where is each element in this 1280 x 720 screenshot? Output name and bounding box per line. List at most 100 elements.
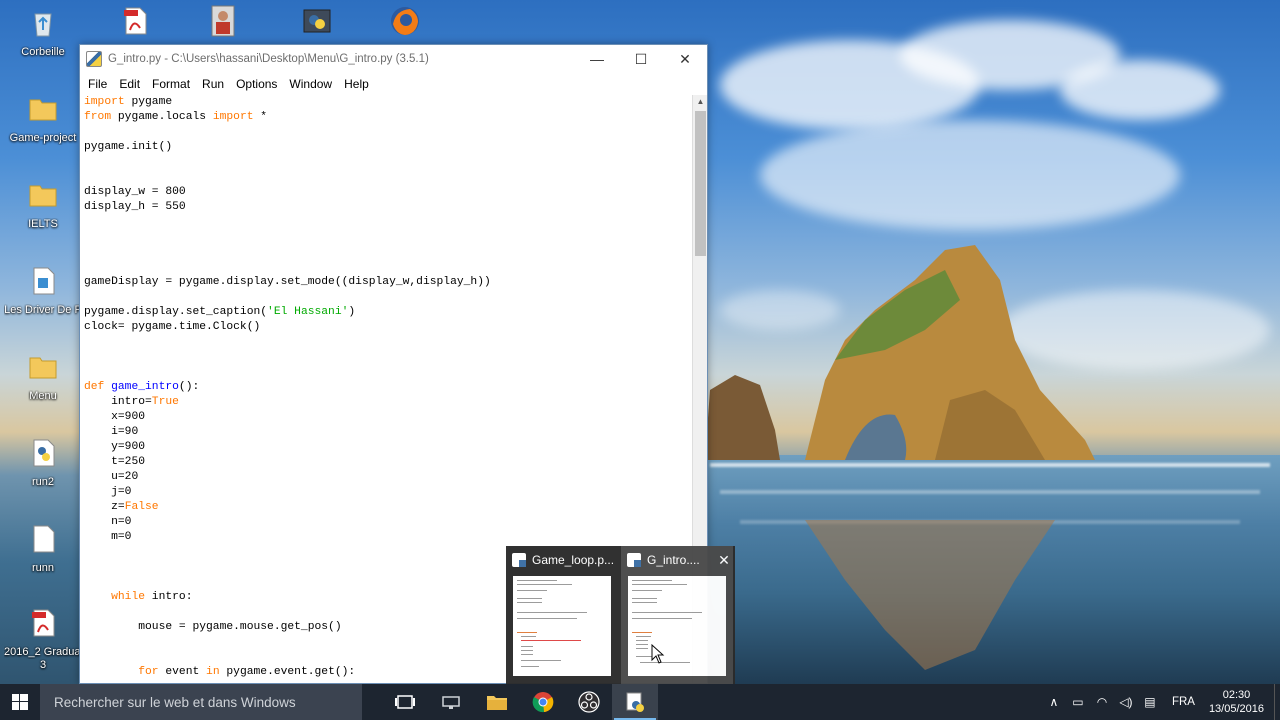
- wallpaper-rock-arch: [805, 245, 1095, 460]
- menu-window[interactable]: Window: [283, 73, 338, 95]
- menu-bar: File Edit Format Run Options Window Help: [80, 73, 707, 95]
- task-view-button[interactable]: [382, 684, 428, 720]
- code-line: m=0: [84, 530, 692, 545]
- taskbar-app-chrome[interactable]: [520, 684, 566, 720]
- wallpaper-small-rock: [705, 375, 780, 460]
- taskbar-app-python-idle[interactable]: [612, 684, 658, 720]
- code-token: intro=: [84, 396, 152, 408]
- taskbar: Rechercher sur le web et dans Windows ∧ …: [0, 684, 1280, 720]
- code-token: x=900: [84, 411, 146, 423]
- desktop-icon-label: Corbeille: [21, 46, 65, 58]
- code-token: m=0: [84, 531, 132, 543]
- pdf-icon: [124, 7, 147, 35]
- code-line: from pygame.locals import *: [84, 110, 692, 125]
- taskbar-app-obs[interactable]: [566, 684, 612, 720]
- code-line: j=0: [84, 485, 692, 500]
- notifications-icon[interactable]: ▤: [1138, 695, 1162, 709]
- code-line: pygame.init(): [84, 140, 692, 155]
- code-line: intro=True: [84, 395, 692, 410]
- desktop-icon-menu[interactable]: Menu: [4, 350, 82, 403]
- thumbnail-label: G_intro....: [647, 553, 700, 567]
- menu-run[interactable]: Run: [196, 73, 230, 95]
- code-token: display_h = 550: [84, 201, 186, 213]
- menu-format[interactable]: Format: [146, 73, 196, 95]
- maximize-button[interactable]: ☐: [619, 45, 663, 73]
- code-token: clock= pygame.time.Clock(): [84, 321, 261, 333]
- desktop-icon-label: Menu: [29, 390, 57, 402]
- code-token: def: [84, 381, 105, 393]
- scroll-up-arrow-icon[interactable]: ▲: [693, 95, 707, 109]
- thumbnail-label: Game_loop.p...: [532, 553, 615, 567]
- scrollbar-thumb[interactable]: [695, 111, 706, 256]
- close-button[interactable]: ✕: [663, 45, 707, 73]
- minimize-button[interactable]: —: [575, 45, 619, 73]
- code-line: x=900: [84, 410, 692, 425]
- windows-logo-icon: [12, 694, 28, 710]
- code-token: from: [84, 111, 112, 123]
- desktop-icon-ielts[interactable]: IELTS: [4, 178, 82, 231]
- chevron-up-icon[interactable]: ∧: [1042, 695, 1066, 709]
- code-line: u=20: [84, 470, 692, 485]
- desktop-icon-top-pdf[interactable]: [96, 4, 174, 44]
- menu-file[interactable]: File: [82, 73, 113, 95]
- start-button[interactable]: [0, 684, 40, 720]
- code-token: *: [253, 111, 268, 123]
- task-view-icon: [395, 695, 415, 709]
- desktop-icon-label: IELTS: [28, 218, 58, 230]
- volume-icon[interactable]: ◁): [1114, 695, 1138, 709]
- code-token: game_intro: [111, 381, 179, 393]
- code-line: import pygame: [84, 95, 692, 110]
- code-token: intro:: [145, 591, 193, 603]
- file-explorer-icon: [487, 696, 507, 710]
- code-line: def game_intro():: [84, 380, 692, 395]
- firefox-icon: [391, 7, 419, 35]
- desktop-icon-top-firefox[interactable]: [366, 4, 444, 44]
- code-token: mouse = pygame.mouse.get_pos(): [84, 621, 342, 633]
- code-token: pygame.display.set_caption(: [84, 306, 268, 318]
- desktop-icon-run2[interactable]: run2: [4, 436, 82, 489]
- folder-icon: [29, 99, 57, 121]
- taskbar-search-box[interactable]: Rechercher sur le web et dans Windows: [40, 684, 362, 720]
- wifi-icon[interactable]: ◠: [1090, 695, 1114, 709]
- clock-time: 02:30: [1222, 689, 1251, 701]
- system-tray: ∧ ▭ ◠ ◁) ▤ FRA 02:30 13/05/2016: [1042, 684, 1280, 720]
- desktop-icon-top-photo[interactable]: [184, 4, 262, 44]
- menu-help[interactable]: Help: [338, 73, 375, 95]
- menu-options[interactable]: Options: [230, 73, 283, 95]
- thumbnail-close-icon[interactable]: ✕: [715, 552, 733, 569]
- window-titlebar[interactable]: G_intro.py - C:\Users\hassani\Desktop\Me…: [80, 45, 707, 73]
- desktop-icon-drivers[interactable]: Les Driver De P: [4, 264, 82, 317]
- wallpaper-reflection: [805, 520, 1055, 670]
- code-line: t=250: [84, 455, 692, 470]
- thumbnail-game-loop[interactable]: Game_loop.p...: [506, 546, 618, 684]
- menu-edit[interactable]: Edit: [113, 73, 146, 95]
- language-indicator[interactable]: FRA: [1162, 696, 1205, 708]
- show-desktop-button[interactable]: [1274, 684, 1280, 720]
- battery-icon[interactable]: ▭: [1066, 695, 1090, 709]
- desktop-icon-top-python[interactable]: [278, 4, 356, 44]
- wallpaper-cloud: [760, 120, 1180, 230]
- clock[interactable]: 02:30 13/05/2016: [1205, 688, 1274, 716]
- taskbar-app-file-explorer[interactable]: [474, 684, 520, 720]
- code-line: i=90: [84, 425, 692, 440]
- desktop-icon-game-project[interactable]: Game-project: [4, 92, 82, 145]
- chrome-icon: [532, 692, 554, 713]
- code-token: False: [124, 501, 159, 513]
- desktop-icon-runn[interactable]: runn: [4, 522, 82, 575]
- code-token: pygame.locals: [111, 111, 213, 123]
- code-line: clock= pygame.time.Clock(): [84, 320, 692, 335]
- desktop-icon-label: 2016_2 Graduat: [4, 646, 82, 658]
- desktop-icon-graduate-pdf[interactable]: 2016_2 Graduat 3: [4, 606, 82, 672]
- taskbar-app-network[interactable]: [428, 684, 474, 720]
- code-token: t=250: [84, 456, 146, 468]
- desktop-icon-recycle-bin[interactable]: Corbeille: [4, 6, 82, 59]
- thumbnail-g-intro[interactable]: G_intro.... ✕: [621, 546, 733, 684]
- clock-date: 13/05/2016: [1208, 703, 1264, 715]
- code-token: while: [111, 591, 146, 603]
